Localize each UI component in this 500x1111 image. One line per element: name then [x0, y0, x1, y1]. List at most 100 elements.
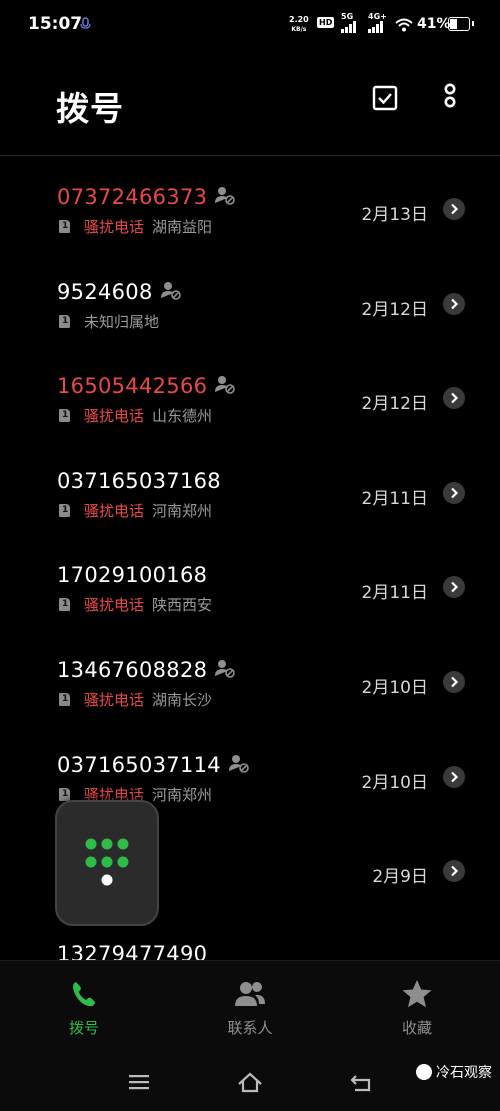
tab-dial-label: 拨号 — [68, 1019, 99, 1037]
call-log-row[interactable]: 13467608828 骚扰电话湖南长沙 2月10日 — [0, 635, 500, 729]
dialpad-icon — [85, 838, 129, 886]
contact-blocked-icon — [214, 658, 236, 678]
bottom-nav: 拨号 联系人 收藏 — [0, 960, 500, 1059]
spam-tag: 骚扰电话 — [84, 596, 145, 615]
call-location: 湖南长沙 — [152, 691, 213, 709]
menu-icon[interactable] — [128, 1072, 150, 1096]
call-date: 2月13日 — [361, 205, 428, 225]
contact-blocked-icon — [214, 185, 236, 205]
call-location: 山东德州 — [152, 407, 213, 426]
wifi-icon — [395, 17, 413, 36]
net-speed-value: 2.20 — [289, 15, 309, 24]
tab-favorites[interactable]: 收藏 — [367, 979, 467, 1038]
chevron-right-icon[interactable] — [443, 292, 465, 315]
dialpad-button[interactable] — [55, 800, 159, 926]
status-bar: 15:07 2.20 KB/s HD 5G 4G+ 41% — [0, 0, 500, 50]
spam-tag: 骚扰电话 — [84, 501, 145, 520]
signal-bars-icon — [341, 21, 356, 33]
call-date: 2月12日 — [361, 394, 428, 415]
people-icon — [235, 982, 265, 1006]
sim1-signal: 5G — [341, 12, 356, 33]
call-subline: 未知归属地 — [59, 311, 159, 332]
call-subline: 骚扰电话山东德州 — [59, 405, 212, 426]
sim1-label: 5G — [341, 12, 354, 21]
mic-indicator-icon — [80, 16, 91, 35]
net-speed-unit: KB/s — [291, 26, 307, 33]
call-date: 2月11日 — [361, 583, 428, 604]
call-number-text: 07372466373 — [57, 185, 208, 209]
call-location: 湖南益阳 — [152, 218, 213, 236]
tab-contacts[interactable]: 联系人 — [200, 979, 300, 1038]
sim-card-icon — [59, 314, 70, 328]
call-log-row[interactable]: 9524608 未知归属地 2月12日 — [0, 257, 500, 351]
chevron-right-icon[interactable] — [443, 481, 465, 504]
call-date: 2月10日 — [361, 772, 428, 793]
call-subline: 骚扰电话河南郑州 — [59, 500, 212, 521]
call-number: 037165037114 — [57, 753, 250, 777]
call-subline: 骚扰电话湖南益阳 — [59, 216, 212, 237]
header-divider — [0, 155, 500, 156]
contact-blocked-icon — [228, 753, 250, 773]
call-number: 17029100168 — [57, 563, 207, 587]
call-number: 07372466373 — [57, 185, 236, 209]
watermark: 冷石观察 — [416, 1062, 492, 1082]
net-speed: 2.20 KB/s — [289, 15, 309, 34]
tab-dial[interactable]: 拨号 — [34, 979, 134, 1038]
signal-bars-icon — [368, 21, 387, 33]
call-number-text: 13279477490 — [57, 941, 208, 960]
spam-tag: 骚扰电话 — [84, 691, 145, 709]
phone-icon — [73, 982, 95, 1007]
contact-blocked-icon — [214, 374, 236, 394]
call-subline: 骚扰电话湖南长沙 — [59, 689, 212, 710]
star-icon — [402, 980, 432, 1008]
call-location: 河南郑州 — [152, 501, 213, 520]
sim-card-icon — [59, 503, 70, 517]
call-date: 2月11日 — [361, 488, 428, 509]
more-vertical-icon[interactable] — [440, 83, 460, 115]
chevron-right-icon[interactable] — [443, 576, 465, 599]
spam-tag: 骚扰电话 — [84, 218, 145, 236]
call-log-row[interactable]: 17029100168 骚扰电话陕西西安 2月11日 — [0, 540, 500, 634]
battery-percent: 41% — [417, 16, 451, 32]
chevron-right-icon[interactable] — [443, 860, 465, 883]
hd-badge: HD — [317, 17, 335, 28]
call-number-text: 037165037168 — [57, 468, 221, 493]
system-nav-bar: 冷石观察 — [0, 1058, 500, 1111]
battery-tip — [472, 21, 474, 26]
chevron-right-icon[interactable] — [443, 387, 465, 410]
call-log-row[interactable]: 16505442566 骚扰电话山东德州 2月12日 — [0, 351, 500, 445]
chevron-right-icon[interactable] — [443, 198, 465, 220]
contact-blocked-icon — [160, 280, 182, 300]
checkbox-icon[interactable] — [372, 85, 398, 111]
sim-card-icon — [59, 598, 70, 612]
chevron-right-icon[interactable] — [443, 765, 465, 788]
watermark-logo-icon — [416, 1064, 432, 1080]
call-number-text: 13467608828 — [57, 658, 208, 682]
call-number: 9524608 — [57, 280, 182, 304]
home-icon[interactable] — [237, 1072, 263, 1098]
call-number: 16505442566 — [57, 374, 236, 398]
page-title: 拨号 — [56, 89, 124, 128]
chevron-right-icon[interactable] — [443, 671, 465, 693]
call-log-row[interactable]: 07372466373 骚扰电话湖南益阳 2月13日 — [0, 162, 500, 256]
sim-card-icon — [59, 409, 70, 423]
call-number: 13467608828 — [57, 658, 236, 682]
spam-tag: 骚扰电话 — [84, 407, 145, 426]
call-number: 037165037168 — [57, 469, 221, 493]
sim2-label: 4G+ — [368, 12, 387, 21]
call-location: 未知归属地 — [84, 312, 160, 331]
call-log-row[interactable]: 037165037168 骚扰电话河南郑州 2月11日 — [0, 446, 500, 540]
call-date: 2月12日 — [361, 299, 428, 320]
app-header: 拨号 — [0, 60, 500, 156]
watermark-text: 冷石观察 — [436, 1065, 492, 1081]
back-icon[interactable] — [349, 1072, 373, 1096]
call-date: 2月10日 — [361, 678, 428, 698]
sim2-signal: 4G+ — [368, 12, 387, 33]
call-location: 陕西西安 — [152, 596, 213, 615]
tab-favorites-label: 收藏 — [401, 1019, 432, 1037]
call-date: 2月9日 — [372, 867, 428, 888]
call-location: 河南郑州 — [152, 785, 213, 804]
call-number-text: 16505442566 — [57, 374, 208, 399]
status-time: 15:07 — [28, 14, 83, 34]
call-number: 13279477490 — [57, 942, 207, 960]
